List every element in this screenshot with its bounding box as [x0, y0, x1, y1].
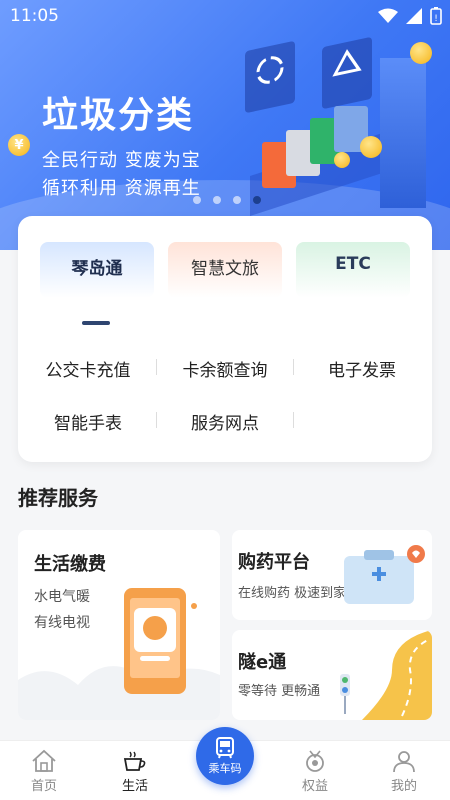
banner-pillar	[380, 58, 426, 208]
life-pay-desc-1: 水电气暖	[34, 589, 90, 605]
bus-card-recharge[interactable]: 公交卡充值	[20, 356, 156, 381]
tab-label: 智慧文旅	[191, 259, 259, 279]
tab-qindaotong[interactable]: 琴岛通	[40, 242, 154, 298]
carousel-dots[interactable]	[193, 196, 261, 204]
e-invoice[interactable]: 电子发票	[294, 356, 430, 381]
banner-line-1: 全民行动 变废为宝	[42, 150, 201, 171]
recommend-title: 推荐服务	[18, 486, 98, 510]
promo-banner[interactable]: ¥ 垃圾分类 全民行动 变废为宝 循环利用 资源再生	[0, 0, 450, 250]
life-pay-desc-2: 有线电视	[34, 615, 90, 631]
phone-payment-icon	[124, 588, 197, 694]
ride-code-label: 乘车码	[208, 762, 242, 775]
balance-query[interactable]: 卡余额查询	[157, 356, 293, 381]
nav-label: 首页	[30, 779, 57, 794]
nav-label: 生活	[121, 779, 148, 794]
status-time: 11:05	[10, 6, 59, 26]
life-pay-card[interactable]: 生活缴费 水电气暖 有线电视	[18, 530, 220, 720]
nav-label: 我的	[390, 779, 417, 794]
service-card: 琴岛通 智慧文旅 ETC 公交卡充值 卡余额查询 电子发票 智能手表 服务网点	[18, 216, 432, 462]
smart-watch[interactable]: 智能手表	[20, 409, 156, 434]
carousel-dot[interactable]	[213, 196, 221, 204]
bus-icon	[216, 737, 234, 759]
road-illustration	[340, 630, 432, 720]
tunnel-desc: 零等待 更畅通	[238, 684, 321, 699]
divider	[293, 412, 294, 428]
wifi-icon	[378, 8, 398, 23]
tunnel-title: 隧e通	[238, 652, 287, 673]
tab-etc[interactable]: ETC	[296, 242, 410, 298]
carousel-dot[interactable]	[193, 196, 201, 204]
tab-indicator	[82, 321, 110, 325]
recycle-sign	[245, 40, 295, 114]
tab-smart-tourism[interactable]: 智慧文旅	[168, 242, 282, 298]
nav-life[interactable]: 生活	[105, 747, 165, 794]
carousel-dot-active[interactable]	[253, 196, 261, 204]
banner-line-2: 循环利用 资源再生	[42, 178, 201, 199]
ride-code-button[interactable]: 乘车码	[196, 727, 254, 785]
medicine-desc: 在线购药 极速到家	[238, 586, 347, 601]
user-icon	[393, 751, 415, 773]
coin-icon	[360, 136, 382, 158]
tab-label: ETC	[335, 254, 371, 274]
signal-icon	[406, 8, 422, 24]
carousel-dot[interactable]	[233, 196, 241, 204]
nav-mine[interactable]: 我的	[374, 747, 434, 794]
tunnel-card[interactable]: 隧e通 零等待 更畅通	[232, 630, 432, 720]
service-outlets[interactable]: 服务网点	[157, 409, 293, 434]
nav-label: 权益	[301, 779, 328, 794]
nav-benefits[interactable]: 权益	[285, 747, 345, 794]
tab-label: 琴岛通	[71, 259, 123, 279]
medicine-box-icon	[344, 545, 425, 604]
coin-icon	[410, 42, 432, 64]
banner-title: 垃圾分类	[42, 95, 195, 136]
life-pay-title: 生活缴费	[34, 554, 106, 575]
hazard-sign	[322, 36, 372, 110]
nav-home[interactable]: 首页	[14, 747, 74, 794]
svg-text:!: !	[434, 14, 438, 24]
home-icon	[32, 749, 56, 772]
battery-icon: !	[430, 7, 442, 25]
medicine-title: 购药平台	[238, 552, 310, 573]
medal-icon	[306, 750, 324, 772]
coffee-cup-icon	[123, 751, 146, 771]
coin-icon	[334, 152, 350, 168]
medicine-card[interactable]: 购药平台 在线购药 极速到家	[232, 530, 432, 620]
coin-icon: ¥	[8, 134, 30, 156]
status-bar: 11:05 !	[0, 0, 450, 32]
